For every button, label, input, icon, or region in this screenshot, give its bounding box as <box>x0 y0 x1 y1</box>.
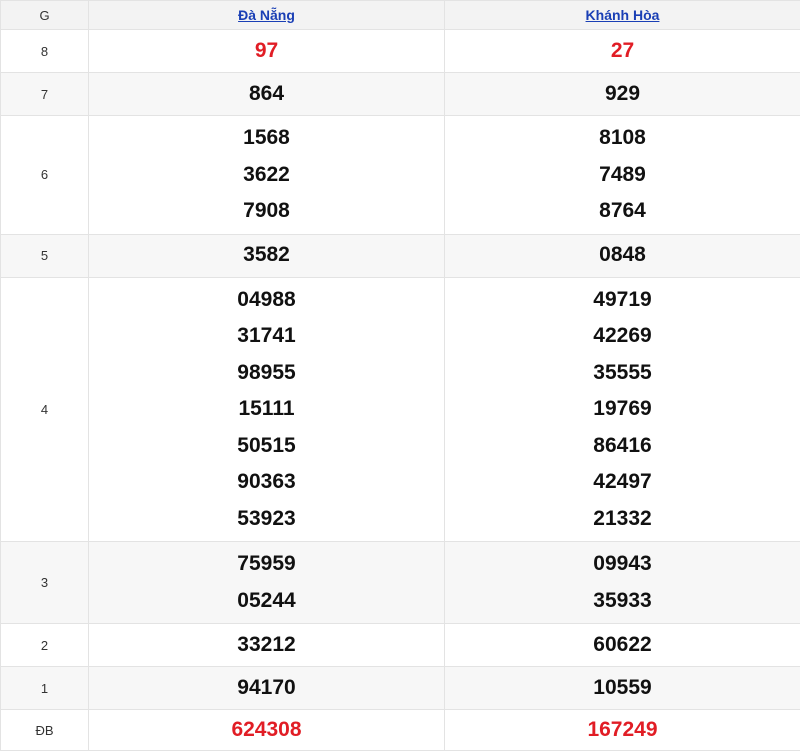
result-cell-da-nang: 7595905244 <box>89 542 445 624</box>
prize-name: 3 <box>1 542 89 624</box>
result-cell-khanh-hoa: 0994335933 <box>445 542 800 624</box>
province-header-da-nang: Đà Nẵng <box>89 1 445 30</box>
prize-name: 8 <box>1 30 89 73</box>
result-number: 49719 <box>445 282 800 319</box>
result-cell-da-nang: 04988317419895515111505159036353923 <box>89 277 445 542</box>
prize-name: 2 <box>1 624 89 667</box>
result-number: 10559 <box>445 670 800 707</box>
result-number: 31741 <box>89 318 444 355</box>
result-cell-da-nang: 624308 <box>89 710 445 751</box>
prize-name: 4 <box>1 277 89 542</box>
prize-name: ĐB <box>1 710 89 751</box>
result-number: 53923 <box>89 501 444 538</box>
result-number: 929 <box>445 76 800 113</box>
result-cell-khanh-hoa: 167249 <box>445 710 800 751</box>
result-number: 3582 <box>89 237 444 274</box>
result-cell-khanh-hoa: 49719422693555519769864164249721332 <box>445 277 800 542</box>
result-cell-khanh-hoa: 60622 <box>445 624 800 667</box>
result-number: 21332 <box>445 501 800 538</box>
result-number: 90363 <box>89 464 444 501</box>
prize-row: 375959052440994335933 <box>1 542 800 624</box>
result-number: 50515 <box>89 428 444 465</box>
lottery-results-table: G Đà Nẵng Khánh Hòa 89727786492961568362… <box>0 0 800 751</box>
result-cell-da-nang: 33212 <box>89 624 445 667</box>
result-number: 75959 <box>89 546 444 583</box>
prize-row: 7864929 <box>1 73 800 116</box>
result-number: 8108 <box>445 120 800 157</box>
result-number: 1568 <box>89 120 444 157</box>
prize-row: 6156836227908810874898764 <box>1 116 800 235</box>
header-row: G Đà Nẵng Khánh Hòa <box>1 1 800 30</box>
result-number: 8764 <box>445 193 800 230</box>
result-cell-khanh-hoa: 810874898764 <box>445 116 800 235</box>
result-cell-khanh-hoa: 929 <box>445 73 800 116</box>
prize-row: 535820848 <box>1 234 800 277</box>
result-number: 97 <box>89 33 444 70</box>
province-link-da-nang[interactable]: Đà Nẵng <box>238 7 295 23</box>
result-number: 19769 <box>445 391 800 428</box>
prize-row: 19417010559 <box>1 667 800 710</box>
result-number: 7489 <box>445 157 800 194</box>
result-number: 09943 <box>445 546 800 583</box>
result-number: 7908 <box>89 193 444 230</box>
prize-name: 1 <box>1 667 89 710</box>
result-number: 35933 <box>445 583 800 620</box>
result-number: 94170 <box>89 670 444 707</box>
result-number: 624308 <box>89 712 444 749</box>
prize-row: 89727 <box>1 30 800 73</box>
result-number: 864 <box>89 76 444 113</box>
result-number: 27 <box>445 33 800 70</box>
province-header-khanh-hoa: Khánh Hòa <box>445 1 800 30</box>
prize-name: 6 <box>1 116 89 235</box>
prize-column-header: G <box>1 1 89 30</box>
result-number: 15111 <box>89 391 444 428</box>
result-number: 42497 <box>445 464 800 501</box>
result-number: 0848 <box>445 237 800 274</box>
prize-row: 23321260622 <box>1 624 800 667</box>
prize-row: ĐB624308167249 <box>1 710 800 751</box>
result-number: 42269 <box>445 318 800 355</box>
result-number: 3622 <box>89 157 444 194</box>
result-cell-da-nang: 97 <box>89 30 445 73</box>
prize-name: 5 <box>1 234 89 277</box>
prize-name: 7 <box>1 73 89 116</box>
result-number: 33212 <box>89 627 444 664</box>
result-cell-da-nang: 864 <box>89 73 445 116</box>
province-link-khanh-hoa[interactable]: Khánh Hòa <box>586 7 660 23</box>
prize-row: 4049883174198955151115051590363539234971… <box>1 277 800 542</box>
result-cell-da-nang: 94170 <box>89 667 445 710</box>
result-number: 167249 <box>445 712 800 749</box>
result-cell-khanh-hoa: 0848 <box>445 234 800 277</box>
results-body: 8972778649296156836227908810874898764535… <box>1 30 800 751</box>
result-number: 04988 <box>89 282 444 319</box>
result-number: 35555 <box>445 355 800 392</box>
result-cell-da-nang: 3582 <box>89 234 445 277</box>
result-number: 86416 <box>445 428 800 465</box>
result-number: 60622 <box>445 627 800 664</box>
result-number: 05244 <box>89 583 444 620</box>
result-cell-khanh-hoa: 27 <box>445 30 800 73</box>
result-cell-khanh-hoa: 10559 <box>445 667 800 710</box>
result-number: 98955 <box>89 355 444 392</box>
result-cell-da-nang: 156836227908 <box>89 116 445 235</box>
